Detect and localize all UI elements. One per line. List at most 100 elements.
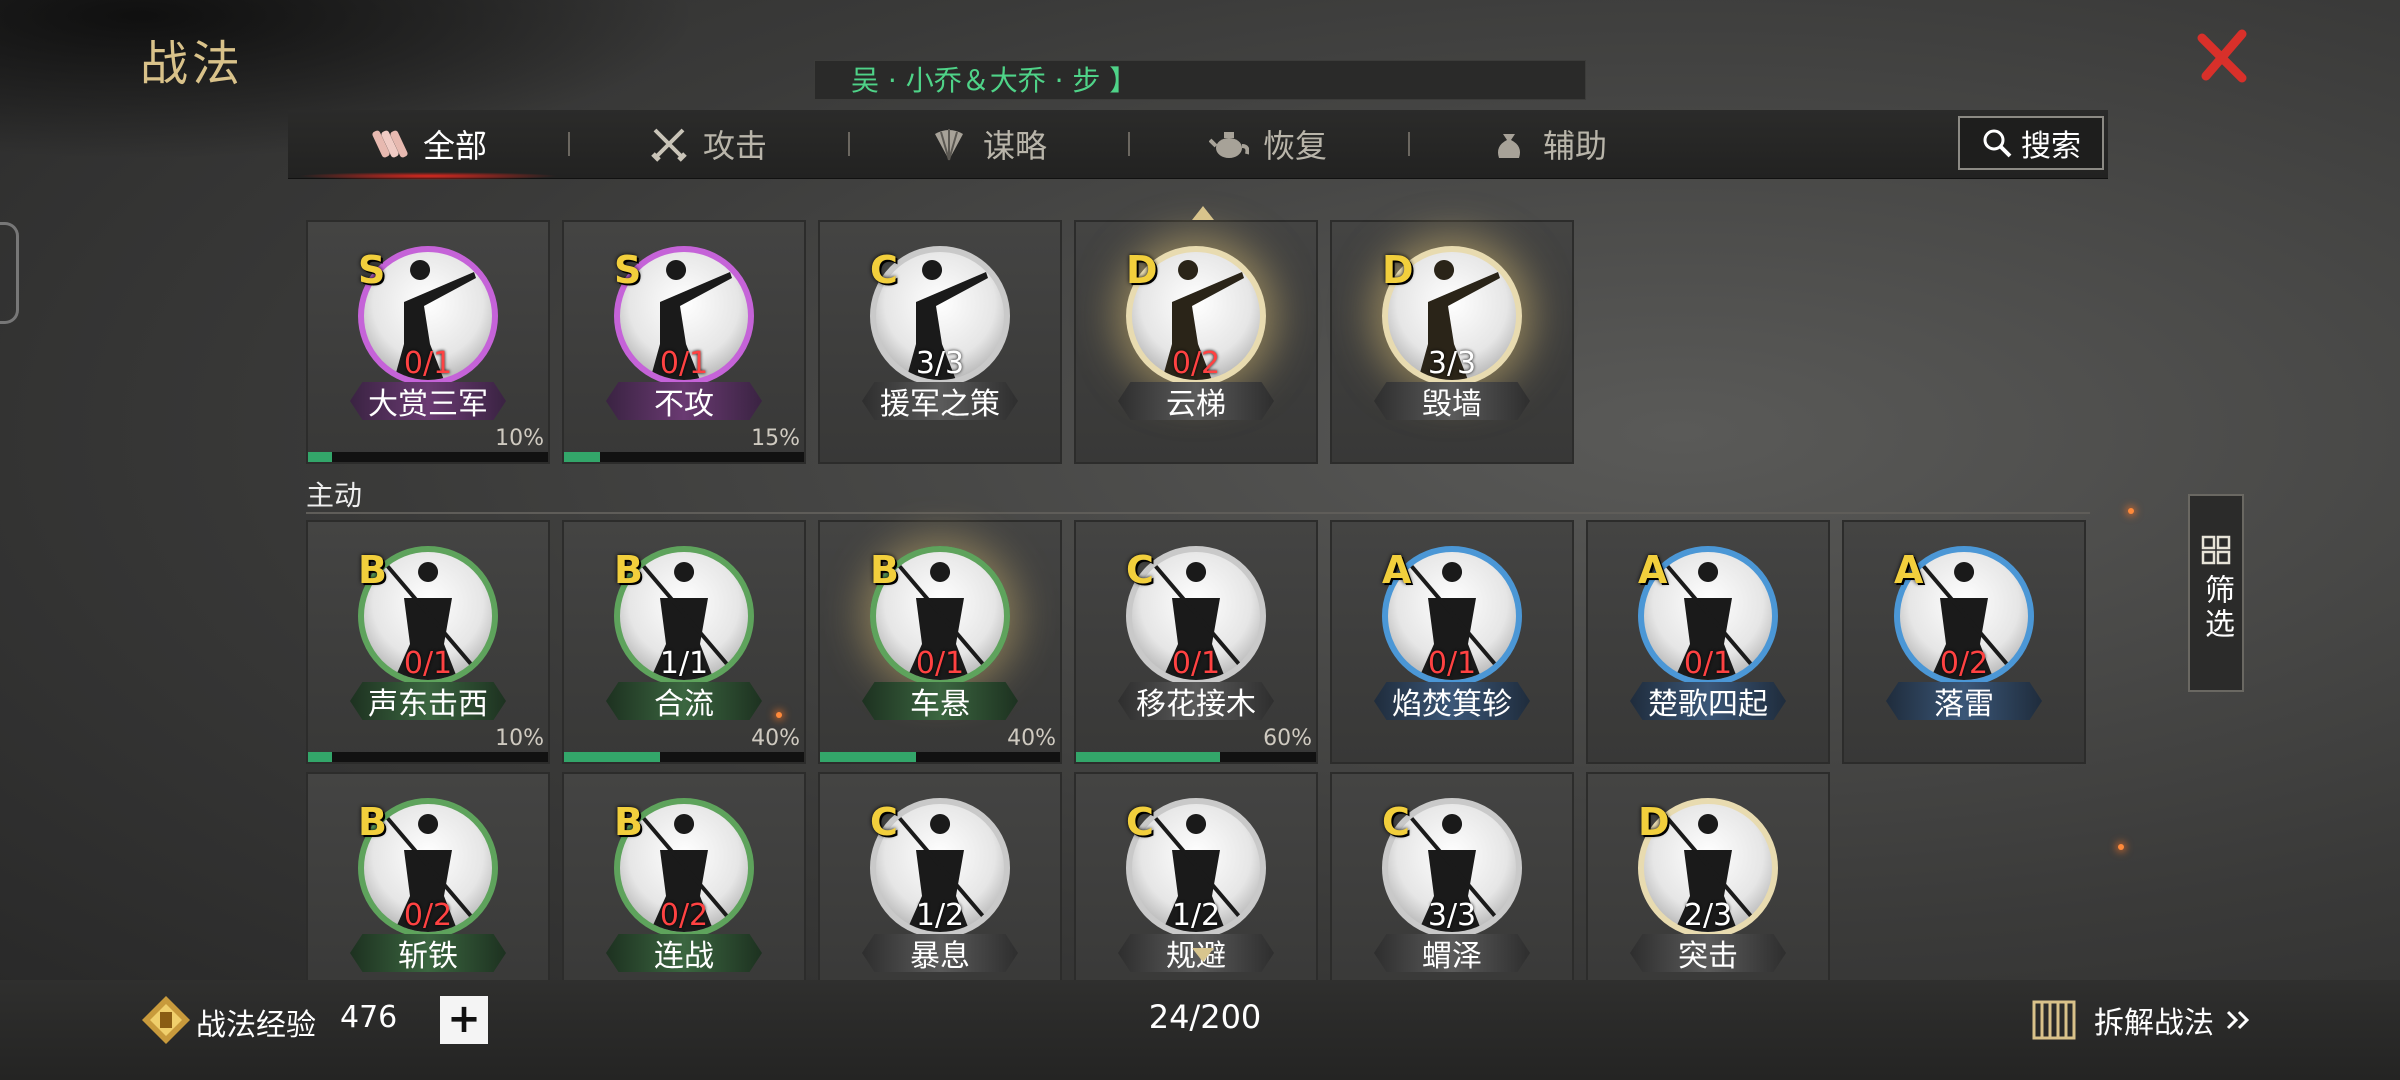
skill-card[interactable]: A 0/2 落雷	[1842, 520, 2086, 764]
tab-support[interactable]: 辅助	[1408, 110, 1688, 178]
owned-count: 3/3	[1427, 346, 1477, 381]
skill-name-plate: 斩铁	[350, 934, 506, 972]
skill-card[interactable]: A 0/1 焰焚箕轸	[1330, 520, 1574, 764]
grade-badge: A	[1382, 548, 1412, 592]
filter-button[interactable]: 筛选	[2188, 494, 2244, 692]
section-label-active: 主动	[306, 479, 363, 512]
scroll-up-indicator	[1192, 206, 1214, 220]
skill-name: 焰焚箕轸	[1392, 687, 1512, 722]
skill-name: 蝟泽	[1422, 939, 1482, 974]
skill-card[interactable]: S 0/1 大赏三军 10%	[306, 220, 550, 464]
tab-attack-label: 攻击	[702, 127, 767, 165]
grade-badge: C	[870, 800, 898, 844]
skill-card[interactable]: D 0/2 云梯	[1074, 220, 1318, 464]
skill-card[interactable]: B 1/1 合流 40%	[562, 520, 806, 764]
skill-name-plate: 大赏三军	[350, 382, 506, 420]
skill-name: 暴息	[910, 939, 970, 974]
progress-fill	[564, 752, 660, 762]
skill-name: 连战	[654, 939, 714, 974]
grade-badge: C	[1126, 800, 1154, 844]
skill-name-plate: 蝟泽	[1374, 934, 1530, 972]
owned-count: 0/1	[403, 646, 453, 681]
owned-count: 1/2	[915, 898, 965, 933]
owned-count: 1/1	[659, 646, 709, 681]
grade-badge: C	[1382, 800, 1410, 844]
decompose-label: 拆解战法	[2094, 1006, 2214, 1041]
bottom-bar: 战法经验 476 + 24/200 拆解战法	[0, 980, 2400, 1080]
tab-all[interactable]: 全部	[288, 110, 568, 180]
skill-name-plate: 云梯	[1118, 382, 1274, 420]
scroll-down-indicator	[1192, 948, 1214, 962]
skill-card[interactable]: B 0/1 车悬 40%	[818, 520, 1062, 764]
section-divider	[306, 512, 2090, 514]
decompose-button[interactable]: 拆解战法	[2024, 990, 2252, 1050]
tab-strategy-label: 谋略	[982, 127, 1047, 165]
tab-bar: 全部 攻击 谋略 恢复 辅助 搜索	[288, 110, 2108, 180]
skill-name: 毁墙	[1422, 387, 1482, 422]
ember-particle	[2128, 508, 2134, 514]
grade-badge: C	[1126, 548, 1154, 592]
ember-particle	[2118, 844, 2124, 850]
owned-count: 0/1	[1683, 646, 1733, 681]
skill-name: 斩铁	[398, 939, 458, 974]
tab-recovery[interactable]: 恢复	[1128, 110, 1408, 178]
skill-card[interactable]: C 0/1 移花接木 60%	[1074, 520, 1318, 764]
tab-attack[interactable]: 攻击	[568, 110, 848, 178]
owned-count: 3/3	[915, 346, 965, 381]
search-label: 搜索	[2021, 129, 2081, 164]
progress-bar	[1076, 752, 1316, 762]
crossed-swords-icon	[651, 128, 687, 162]
close-icon[interactable]	[2196, 28, 2252, 84]
grade-badge: D	[1126, 248, 1158, 292]
skill-card[interactable]: D 3/3 毁墙	[1330, 220, 1574, 464]
grade-badge: S	[614, 248, 642, 292]
skill-name: 车悬	[910, 687, 970, 722]
double-chevron-right-icon	[2226, 1010, 2250, 1030]
filter-label: 筛选	[2199, 574, 2234, 642]
skill-name-plate: 楚歌四起	[1630, 682, 1786, 720]
page-title: 战法	[140, 36, 245, 92]
grade-badge: D	[1382, 248, 1414, 292]
owned-count: 1/2	[1171, 898, 1221, 933]
grade-badge: B	[870, 548, 899, 592]
progress-bar	[308, 752, 548, 762]
exp-label: 战法经验	[196, 1008, 316, 1043]
skill-name-plate: 车悬	[862, 682, 1018, 720]
search-button[interactable]: 搜索	[1958, 116, 2104, 170]
skill-name: 不攻	[654, 387, 714, 422]
grade-badge: B	[614, 800, 643, 844]
ember-particle	[776, 712, 782, 718]
skill-name-plate: 援军之策	[862, 382, 1018, 420]
skill-name-plate: 突击	[1630, 934, 1786, 972]
skill-name: 落雷	[1934, 687, 1994, 722]
skill-name-plate: 合流	[606, 682, 762, 720]
progress-bar	[820, 752, 1060, 762]
skill-name: 声东击西	[368, 687, 488, 722]
skill-name: 云梯	[1166, 387, 1226, 422]
lineup-banner: 吴 · 小乔＆大乔 · 步 】	[814, 60, 1586, 100]
progress-bar	[564, 752, 804, 762]
owned-count: 0/1	[1171, 646, 1221, 681]
skill-name: 突击	[1678, 939, 1738, 974]
search-icon	[1983, 129, 2012, 158]
owned-count: 3/3	[1427, 898, 1477, 933]
scroll-bundle-icon	[372, 130, 408, 158]
skill-name: 援军之策	[880, 387, 1000, 422]
owned-count: 0/1	[659, 346, 709, 381]
tab-strategy[interactable]: 谋略	[848, 110, 1128, 178]
add-exp-button[interactable]: +	[440, 996, 488, 1044]
side-handle[interactable]	[0, 222, 19, 324]
skill-name-plate: 声东击西	[350, 682, 506, 720]
exp-value: 476	[340, 1000, 398, 1035]
progress-fill	[1076, 752, 1220, 762]
skill-card[interactable]: S 0/1 不攻 15%	[562, 220, 806, 464]
skill-card[interactable]: C 3/3 援军之策	[818, 220, 1062, 464]
grade-badge: C	[870, 248, 898, 292]
skill-card[interactable]: A 0/1 楚歌四起	[1586, 520, 1830, 764]
owned-count: 0/2	[1171, 346, 1221, 381]
progress-fill	[308, 752, 332, 762]
owned-count: 0/1	[1427, 646, 1477, 681]
teapot-icon	[1208, 132, 1249, 158]
owned-count: 0/2	[403, 898, 453, 933]
skill-card[interactable]: B 0/1 声东击西 10%	[306, 520, 550, 764]
